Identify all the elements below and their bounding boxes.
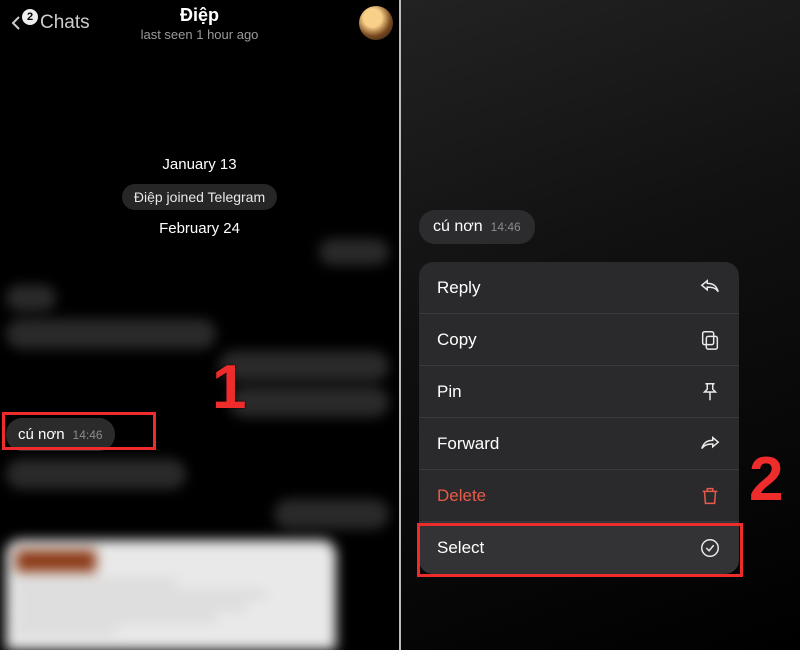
menu-label: Copy — [437, 330, 477, 350]
message-text: cú nơn — [18, 426, 65, 443]
copy-icon — [699, 329, 721, 351]
menu-label: Forward — [437, 434, 499, 454]
screenshot-left: 2 Chats Điệp last seen 1 hour ago Januar… — [0, 0, 399, 650]
pin-icon — [699, 381, 721, 403]
context-message[interactable]: cú nơn 14:46 — [419, 210, 535, 244]
menu-label: Pin — [437, 382, 462, 402]
menu-label: Reply — [437, 278, 480, 298]
message-text: cú nơn — [433, 218, 483, 236]
message-time: 14:46 — [73, 428, 103, 442]
menu-label: Select — [437, 538, 484, 558]
trash-icon — [699, 485, 721, 507]
message-time: 14:46 — [491, 220, 521, 234]
menu-delete[interactable]: Delete — [419, 470, 739, 522]
chat-header: 2 Chats Điệp last seen 1 hour ago — [0, 0, 399, 46]
annotation-step-2: 2 — [749, 444, 783, 515]
service-message-joined: Điệp joined Telegram — [122, 184, 277, 210]
menu-copy[interactable]: Copy — [419, 314, 739, 366]
screenshot-right: cú nơn 14:46 Reply Copy Pin Forward Dele… — [401, 0, 800, 650]
date-divider: January 13 — [162, 156, 236, 173]
menu-pin[interactable]: Pin — [419, 366, 739, 418]
annotation-step-1: 1 — [212, 352, 246, 423]
contact-avatar[interactable] — [359, 6, 393, 40]
menu-forward[interactable]: Forward — [419, 418, 739, 470]
forward-icon — [699, 433, 721, 455]
message-context-menu: Reply Copy Pin Forward Delete Select — [419, 262, 739, 574]
menu-reply[interactable]: Reply — [419, 262, 739, 314]
check-circle-icon — [699, 537, 721, 559]
menu-select[interactable]: Select — [419, 522, 739, 574]
chat-last-seen: last seen 1 hour ago — [0, 27, 399, 42]
menu-label: Delete — [437, 486, 486, 506]
highlighted-message[interactable]: cú nơn 14:46 — [6, 418, 115, 451]
chat-title: Điệp — [0, 5, 399, 26]
reply-icon — [699, 277, 721, 299]
